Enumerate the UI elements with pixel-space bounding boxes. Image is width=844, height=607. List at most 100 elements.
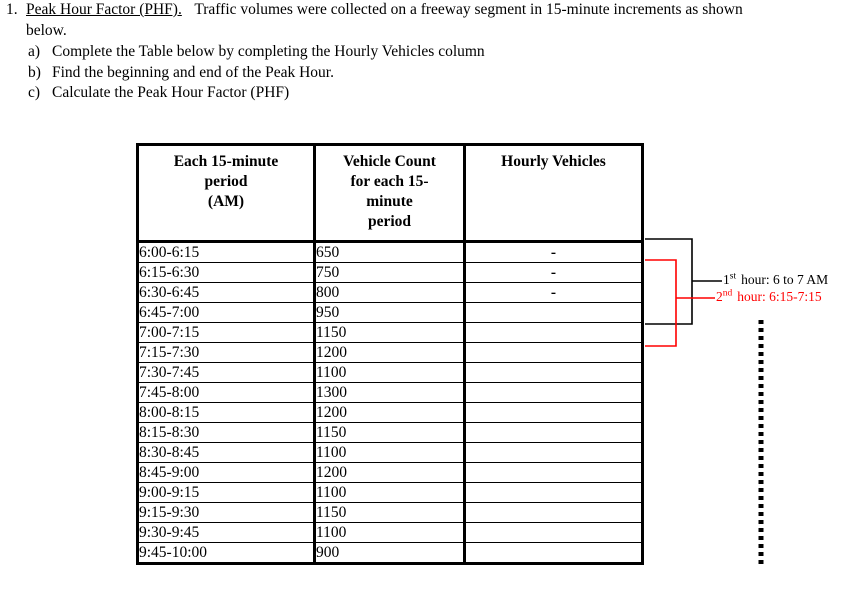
problem-main-item: 1. Peak Hour Factor (PHF). Traffic volum… <box>0 0 844 41</box>
table-row: 6:30-6:45 800- <box>136 282 644 303</box>
table-row: 8:45-9:00 1200 <box>136 462 644 483</box>
column-header-vehicle-count-line3: minute <box>366 193 413 210</box>
cell-vehicle-count: 1200 <box>313 402 466 423</box>
first-hour-ordinal-suffix: st <box>729 271 737 282</box>
cell-vehicle-count: 1100 <box>313 522 466 543</box>
cell-period: 8:15-8:30 <box>136 422 316 443</box>
cell-hourly-vehicles[interactable] <box>463 522 644 543</box>
cell-vehicle-count: 1100 <box>313 482 466 503</box>
second-hour-bracket-path <box>645 259 677 347</box>
cell-vehicle-count: 1100 <box>313 442 466 463</box>
cell-vehicle-count: 1100 <box>313 362 466 383</box>
cell-vehicle-count: 1150 <box>313 422 466 443</box>
sub-item-b-marker: b) <box>28 63 41 81</box>
cell-period: 9:30-9:45 <box>136 522 316 543</box>
problem-statement: 1. Peak Hour Factor (PHF). Traffic volum… <box>0 0 844 104</box>
table-row: 7:00-7:15 1150 <box>136 322 644 343</box>
first-hour-bracket <box>645 238 722 325</box>
sub-item-c-label: Calculate the Peak Hour Factor (PHF) <box>52 84 290 101</box>
table-row: 9:00-9:15 1100 <box>136 482 644 503</box>
cell-vehicle-count: 1300 <box>313 382 466 403</box>
problem-text: Peak Hour Factor (PHF). Traffic volumes … <box>26 0 844 41</box>
column-header-vehicle-count-line1: Vehicle Count <box>343 153 436 170</box>
cell-vehicle-count: 950 <box>313 302 466 323</box>
table-row: 9:30-9:45 1100 <box>136 522 644 543</box>
cell-period: 8:00-8:15 <box>136 402 316 423</box>
cell-period: 8:30-8:45 <box>136 442 316 463</box>
problem-title: Peak Hour Factor (PHF). <box>26 1 182 18</box>
cell-hourly-vehicles[interactable]: - <box>463 241 644 263</box>
second-hour-ordinal-number: 2 <box>716 289 723 304</box>
first-hour-label-text: hour: 6 to 7 AM <box>741 272 829 287</box>
table-header-row: Each 15-minute period (AM) Vehicle Count… <box>136 143 644 243</box>
cell-vehicle-count: 1150 <box>313 322 466 343</box>
table-row: 9:45-10:00 900 <box>136 542 644 565</box>
sub-item-b: b) Find the beginning and end of the Pea… <box>0 63 844 84</box>
cell-period: 7:45-8:00 <box>136 382 316 403</box>
sub-item-a-label: Complete the Table below by completing t… <box>52 43 485 60</box>
column-header-period: Each 15-minute period (AM) <box>136 143 316 243</box>
cell-hourly-vehicles[interactable] <box>463 442 644 463</box>
cell-hourly-vehicles[interactable] <box>463 502 644 523</box>
cell-hourly-vehicles[interactable]: - <box>463 262 644 283</box>
table-row: 6:45-7:00 950 <box>136 302 644 323</box>
first-hour-label: 1st hour: 6 to 7 AM <box>723 272 828 287</box>
sub-item-b-label: Find the beginning and end of the Peak H… <box>52 63 334 81</box>
sub-item-a: a) Complete the Table below by completin… <box>0 42 844 63</box>
cell-hourly-vehicles[interactable]: - <box>463 282 644 303</box>
cell-vehicle-count: 1150 <box>313 502 466 523</box>
second-hour-ordinal-suffix: nd <box>722 288 733 299</box>
problem-sub-list: a) Complete the Table below by completin… <box>0 42 844 104</box>
second-hour-bracket <box>645 259 715 347</box>
second-hour-label: 2nd hour: 6:15-7:15 <box>716 289 822 304</box>
cell-hourly-vehicles[interactable] <box>463 542 644 565</box>
first-hour-bracket-path <box>645 238 693 325</box>
table-row: 7:45-8:00 1300 <box>136 382 644 403</box>
cell-period: 6:00-6:15 <box>136 241 316 263</box>
sub-item-a-marker: a) <box>28 43 41 60</box>
cell-hourly-vehicles[interactable] <box>463 322 644 343</box>
cell-period: 9:45-10:00 <box>136 542 316 565</box>
cell-hourly-vehicles[interactable] <box>463 382 644 403</box>
cell-hourly-vehicles[interactable] <box>463 402 644 423</box>
table-body: 6:00-6:15 650-6:15-6:30 750-6:30-6:45 800-6… <box>136 241 644 565</box>
cell-period: 6:15-6:30 <box>136 262 316 283</box>
table-row: 8:15-8:30 1150 <box>136 422 644 443</box>
cell-vehicle-count: 900 <box>313 542 466 565</box>
cell-period: 6:30-6:45 <box>136 282 316 303</box>
cell-vehicle-count: 750 <box>313 262 466 283</box>
column-header-vehicle-count: Vehicle Count for each 15- minute period <box>313 143 466 243</box>
table-row: 7:30-7:45 1100 <box>136 362 644 383</box>
cell-vehicle-count: 650 <box>313 241 466 263</box>
cell-hourly-vehicles[interactable] <box>463 362 644 383</box>
cell-period: 9:00-9:15 <box>136 482 316 503</box>
table-row: 9:15-9:30 1150 <box>136 502 644 523</box>
table-row: 8:00-8:15 1200 <box>136 402 644 423</box>
first-hour-ordinal-number: 1 <box>723 272 730 287</box>
problem-number: 1. <box>6 1 18 18</box>
cell-period: 7:00-7:15 <box>136 322 316 343</box>
cell-hourly-vehicles[interactable] <box>463 462 644 483</box>
column-header-vehicle-count-line4: period <box>367 213 412 230</box>
cell-hourly-vehicles[interactable] <box>463 342 644 363</box>
cell-hourly-vehicles[interactable] <box>463 482 644 503</box>
cell-period: 7:15-7:30 <box>136 342 316 363</box>
sub-item-c-marker: c) <box>28 84 41 101</box>
column-header-vehicle-count-line2: for each 15- <box>350 173 429 190</box>
cell-hourly-vehicles[interactable] <box>463 302 644 323</box>
cell-vehicle-count: 1200 <box>313 342 466 363</box>
second-hour-label-text: hour: 6:15-7:15 <box>737 289 822 304</box>
sub-item-c: c) Calculate the Peak Hour Factor (PHF) <box>0 83 844 104</box>
table-row: 6:00-6:15 650- <box>136 241 644 263</box>
table-row: 7:15-7:30 1200 <box>136 342 644 363</box>
column-header-hourly-vehicles-line1: Hourly Vehicles <box>501 153 606 170</box>
column-header-hourly-vehicles: Hourly Vehicles <box>463 143 644 243</box>
table-header: Each 15-minute period (AM) Vehicle Count… <box>136 143 644 243</box>
cell-period: 6:45-7:00 <box>136 302 316 323</box>
cell-hourly-vehicles[interactable] <box>463 422 644 443</box>
cell-vehicle-count: 800 <box>313 282 466 303</box>
table-row: 8:30-8:45 1100 <box>136 442 644 463</box>
cell-period: 7:30-7:45 <box>136 362 316 383</box>
table-row: 6:15-6:30 750- <box>136 262 644 283</box>
cell-vehicle-count: 1200 <box>313 462 466 483</box>
